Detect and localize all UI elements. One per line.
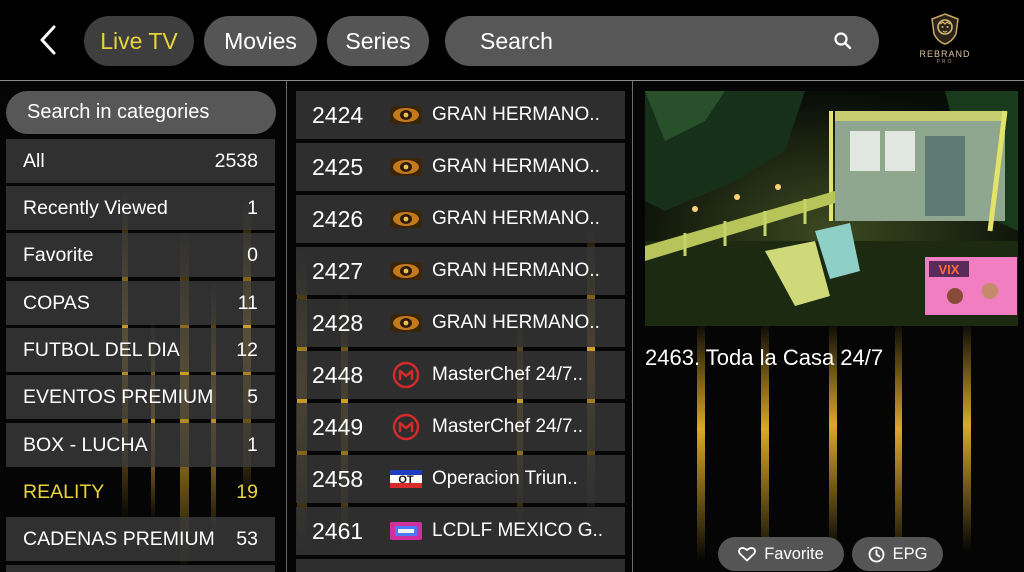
vix-badge: VIX <box>939 262 960 277</box>
channel-name: GRAN HERMANO.. <box>432 312 600 333</box>
channel-number: 2427 <box>312 257 364 284</box>
channel-number: 2448 <box>312 361 364 388</box>
category-count: 0 <box>247 243 258 266</box>
eye-logo-icon <box>382 154 430 180</box>
category-search-input[interactable] <box>25 100 269 125</box>
category-count: 19 <box>236 480 258 503</box>
category-item-partial[interactable] <box>6 565 275 572</box>
eye-logo-icon <box>382 258 430 284</box>
epg-button[interactable]: EPG <box>852 537 943 571</box>
favorite-button[interactable]: Favorite <box>718 537 844 571</box>
video-frame: VIX <box>645 91 1018 326</box>
category-item-box-lucha[interactable]: BOX - LUCHA 1 <box>6 423 275 467</box>
category-name: All <box>23 149 45 172</box>
categories-panel: All 2538 Recently Viewed 1 Favorite 0 CO… <box>0 81 286 572</box>
category-count: 5 <box>247 385 258 408</box>
category-item-eventos-premium[interactable]: EVENTOS PREMIUM 5 <box>6 375 275 419</box>
channel-row[interactable]: 2461 LCDLF MEXICO G.. <box>296 507 625 555</box>
category-name: Recently Viewed <box>23 196 168 219</box>
eye-logo-icon <box>382 310 430 336</box>
category-count: 1 <box>247 196 258 219</box>
tab-live-tv[interactable]: Live TV <box>84 16 194 66</box>
favorite-label: Favorite <box>764 544 824 563</box>
channel-number: 2426 <box>312 205 364 232</box>
category-name: CADENAS PREMIUM <box>23 527 215 550</box>
channel-row-partial[interactable] <box>296 559 625 572</box>
channel-row[interactable]: 2458 OT Operacion Triun.. <box>296 455 625 503</box>
channel-row[interactable]: 2448 MasterChef 24/7.. <box>296 351 625 399</box>
tab-series[interactable]: Series <box>327 16 429 66</box>
category-count: 1 <box>247 433 258 456</box>
category-item-recently-viewed[interactable]: Recently Viewed 1 <box>6 186 275 230</box>
eye-logo-icon <box>382 206 430 232</box>
gold-streak <box>895 321 902 561</box>
channel-number: 2458 <box>312 465 364 492</box>
video-preview[interactable]: VIX <box>645 91 1018 326</box>
channel-name: GRAN HERMANO.. <box>432 156 600 177</box>
category-name: REALITY <box>23 480 105 503</box>
heart-icon <box>738 547 757 562</box>
channel-row[interactable]: 2427 GRAN HERMANO.. <box>296 247 625 295</box>
category-count: 11 <box>237 291 258 314</box>
channel-name: MasterChef 24/7.. <box>432 416 584 437</box>
category-count: 12 <box>236 338 258 361</box>
masterchef-logo-icon <box>382 361 430 389</box>
channel-row[interactable]: 2426 GRAN HERMANO.. <box>296 195 625 243</box>
category-count: 2538 <box>214 149 258 172</box>
lion-shield-icon <box>931 13 959 45</box>
category-count: 53 <box>236 527 258 550</box>
eye-logo-icon <box>382 102 430 128</box>
channel-name: GRAN HERMANO.. <box>432 260 600 281</box>
category-item-copas[interactable]: COPAS 11 <box>6 281 275 325</box>
channel-row[interactable]: 2449 MasterChef 24/7.. <box>296 403 625 451</box>
svg-text:OT: OT <box>398 474 414 486</box>
back-arrow-icon[interactable] <box>34 22 64 58</box>
category-item-futbol-del-dia[interactable]: FUTBOL DEL DIA 12 <box>6 328 275 372</box>
category-item-cadenas-premium[interactable]: CADENAS PREMIUM 53 <box>6 517 275 561</box>
brand-logo: REBRAND PRO <box>915 12 975 72</box>
channel-name: MasterChef 24/7.. <box>432 364 584 385</box>
category-name: EVENTOS PREMIUM <box>23 385 214 408</box>
category-item-all[interactable]: All 2538 <box>6 139 275 183</box>
brand-subtitle: PRO <box>936 59 954 65</box>
category-name: FUTBOL DEL DIA <box>23 338 180 361</box>
clock-icon <box>868 546 884 562</box>
player-panel: VIX 2463. Toda la Casa 24/7 Favorite EPG <box>633 81 1024 572</box>
channel-number: 2449 <box>312 413 364 440</box>
channel-number: 2424 <box>312 101 364 128</box>
category-item-reality[interactable]: REALITY 19 <box>6 470 275 514</box>
category-name: Favorite <box>23 243 94 266</box>
channel-name: Operacion Triun.. <box>432 468 578 489</box>
channels-panel: 2424 GRAN HERMANO.. 2425 GRAN HERMANO.. … <box>287 81 632 572</box>
channel-row[interactable]: 2428 GRAN HERMANO.. <box>296 299 625 347</box>
tab-movies[interactable]: Movies <box>204 16 317 66</box>
search-input[interactable] <box>478 26 833 56</box>
gold-streak <box>963 321 971 551</box>
channel-name: GRAN HERMANO.. <box>432 208 600 229</box>
now-playing-title: 2463. Toda la Casa 24/7 <box>645 345 884 370</box>
top-bar: Live TV Movies Series REBRAND PRO <box>0 0 1024 80</box>
epg-label: EPG <box>892 544 928 563</box>
channel-row[interactable]: 2425 GRAN HERMANO.. <box>296 143 625 191</box>
channel-name: LCDLF MEXICO G.. <box>432 520 604 541</box>
gold-streak <box>297 251 307 551</box>
masterchef-logo-icon <box>382 413 430 441</box>
category-name: BOX - LUCHA <box>23 433 148 456</box>
channel-name: GRAN HERMANO.. <box>432 104 600 125</box>
channel-number: 2428 <box>312 309 364 336</box>
category-item-favorite[interactable]: Favorite 0 <box>6 233 275 277</box>
search-bar[interactable] <box>445 16 879 66</box>
category-search-bar[interactable] <box>6 91 276 134</box>
search-icon[interactable] <box>833 31 853 51</box>
brand-name: REBRAND <box>919 49 971 59</box>
channel-row[interactable]: 2424 GRAN HERMANO.. <box>296 91 625 139</box>
category-name: COPAS <box>23 291 90 314</box>
ot-logo-icon: OT <box>382 466 430 492</box>
channel-number: 2425 <box>312 153 364 180</box>
channel-number: 2461 <box>312 517 364 544</box>
lcdlf-logo-icon <box>382 518 430 544</box>
